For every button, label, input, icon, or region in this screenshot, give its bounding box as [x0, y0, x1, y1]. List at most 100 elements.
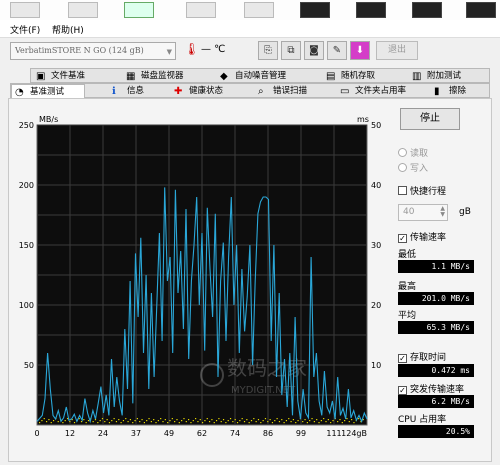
- access-time-point: [318, 422, 320, 424]
- access-time-point: [171, 418, 173, 420]
- tab-file-benchmark[interactable]: ▣ 文件基准: [33, 69, 85, 84]
- access-time-point: [302, 421, 304, 423]
- transfer-rate-checkbox[interactable]: ✓ 传输速率: [398, 230, 446, 243]
- tab-health[interactable]: ✚ 健康状态: [171, 84, 223, 99]
- x-tick-label: 74: [230, 429, 240, 438]
- x-tick-label: 124gB: [341, 429, 367, 438]
- access-time-point: [313, 421, 315, 423]
- access-time-point: [174, 421, 176, 423]
- tab-label: 擦除: [449, 86, 467, 96]
- access-time-point: [304, 419, 306, 421]
- stop-button[interactable]: 停止: [400, 108, 460, 130]
- tab-aam[interactable]: ◆ 自动噪音管理: [217, 69, 286, 84]
- access-time-point: [83, 419, 85, 421]
- radio-dot: [398, 148, 407, 157]
- access-time-point: [120, 422, 122, 424]
- access-time-point: [73, 422, 76, 424]
- min-value: 1.1 MB/s: [398, 260, 474, 273]
- thumbnail[interactable]: [186, 2, 216, 18]
- tab-row-bottom: ◔ 基准测试 ℹ 信息 ✚ 健康状态 ⌕ 错误扫描 ▭ 文件夹占用率 ▮ 擦除: [10, 83, 490, 100]
- camera-icon: ◙: [309, 45, 319, 56]
- screenshot-button[interactable]: ◙: [304, 41, 324, 60]
- access-time-point: [218, 418, 220, 420]
- access-time-point: [57, 421, 59, 423]
- thumbnail[interactable]: [412, 2, 442, 18]
- read-radio[interactable]: 读取: [398, 146, 428, 159]
- access-time-point: [316, 419, 318, 421]
- access-time-point: [115, 421, 118, 423]
- tab-disk-monitor[interactable]: ▦ 磁盘监视器: [123, 69, 184, 84]
- access-time-point: [148, 418, 150, 420]
- tab-label: 文件夹占用率: [355, 86, 407, 96]
- checkmark-icon: ✓: [398, 386, 407, 395]
- access-time-point: [146, 420, 148, 422]
- access-time-point: [150, 421, 152, 423]
- write-radio-label: 写入: [410, 164, 429, 174]
- access-time-point: [278, 421, 281, 423]
- access-time-point: [290, 421, 292, 423]
- access-time-point: [330, 422, 332, 424]
- thumbnail[interactable]: [466, 2, 496, 18]
- tab-error-scan[interactable]: ⌕ 错误扫描: [255, 84, 307, 99]
- copy-all-button[interactable]: ⧉: [281, 41, 301, 60]
- access-time-point: [136, 418, 138, 420]
- access-time-point: [39, 422, 41, 424]
- access-time-point: [162, 421, 164, 423]
- checkmark-icon: ✓: [398, 354, 407, 363]
- access-time-point: [141, 419, 143, 421]
- thumbnail[interactable]: [356, 2, 386, 18]
- y2-tick-label: 20: [371, 301, 381, 310]
- access-time-point: [239, 420, 241, 422]
- tab-folder-usage[interactable]: ▭ 文件夹占用率: [337, 84, 406, 99]
- menu-bar: 文件(F) 帮助(H): [0, 20, 500, 38]
- thumbnail[interactable]: [244, 2, 274, 18]
- copy-text-button[interactable]: ⎘: [258, 41, 278, 60]
- burst-rate-value: 6.2 MB/s: [398, 395, 474, 408]
- y2-tick-label: 10: [371, 361, 381, 370]
- access-time-point: [243, 421, 246, 423]
- quick-stroke-spinner[interactable]: 40 ▲ ▼: [398, 204, 448, 221]
- access-time-checkbox[interactable]: ✓ 存取时间: [398, 350, 446, 363]
- access-time-point: [97, 422, 99, 424]
- tab-random-access[interactable]: ▤ 随机存取: [323, 69, 375, 84]
- access-time-point: [227, 420, 229, 422]
- quick-stroke-checkbox[interactable]: 快捷行程: [398, 184, 446, 197]
- tab-info[interactable]: ℹ 信息: [109, 84, 144, 99]
- tab-extra-tests[interactable]: ▥ 附加测试: [409, 69, 461, 84]
- thumbnail[interactable]: [300, 2, 330, 18]
- access-time-point: [169, 420, 171, 422]
- checkbox-box: [398, 186, 407, 195]
- thumbnail[interactable]: [68, 2, 98, 18]
- access-time-point: [188, 419, 190, 421]
- access-time-point: [295, 422, 297, 424]
- info-icon: ℹ: [112, 86, 116, 97]
- thumbnail[interactable]: [124, 2, 154, 18]
- y2-tick-label: 30: [371, 241, 381, 250]
- access-time-point: [341, 422, 343, 424]
- menu-help[interactable]: 帮助(H): [52, 23, 84, 36]
- benchmark-chart: MB/s ms 250 200 150 100 50 50 40 30 20 10 0 12 24 37 49 6…: [0, 110, 390, 442]
- right-axis-unit: ms: [357, 115, 369, 124]
- options-button[interactable]: ✎: [327, 41, 347, 60]
- thumbnail[interactable]: [10, 2, 40, 18]
- access-time-point: [160, 418, 162, 420]
- burst-rate-label: 突发传输速率: [410, 385, 465, 395]
- x-tick-label: 49: [164, 429, 174, 438]
- menu-file[interactable]: 文件(F): [10, 23, 40, 36]
- access-time-point: [358, 418, 360, 420]
- y2-tick-label: 50: [371, 121, 381, 130]
- access-time-point: [208, 421, 211, 423]
- download-icon: ⬇: [355, 45, 365, 56]
- tab-erase[interactable]: ▮ 擦除: [431, 84, 466, 99]
- burst-rate-checkbox[interactable]: ✓ 突发传输速率: [398, 382, 464, 395]
- magnifier-icon: ⌕: [258, 86, 264, 97]
- drive-select[interactable]: VerbatimSTORE N GO (124 gB) ▼: [10, 42, 176, 60]
- download-button[interactable]: ⬇: [350, 41, 370, 60]
- access-time-point: [269, 419, 271, 421]
- exit-button[interactable]: 退出: [376, 41, 418, 60]
- access-time-point: [43, 418, 45, 420]
- spinner-arrows-icon: ▲ ▼: [440, 205, 445, 218]
- access-time-point: [351, 419, 353, 421]
- write-radio[interactable]: 写入: [398, 161, 428, 174]
- access-time-point: [41, 420, 43, 422]
